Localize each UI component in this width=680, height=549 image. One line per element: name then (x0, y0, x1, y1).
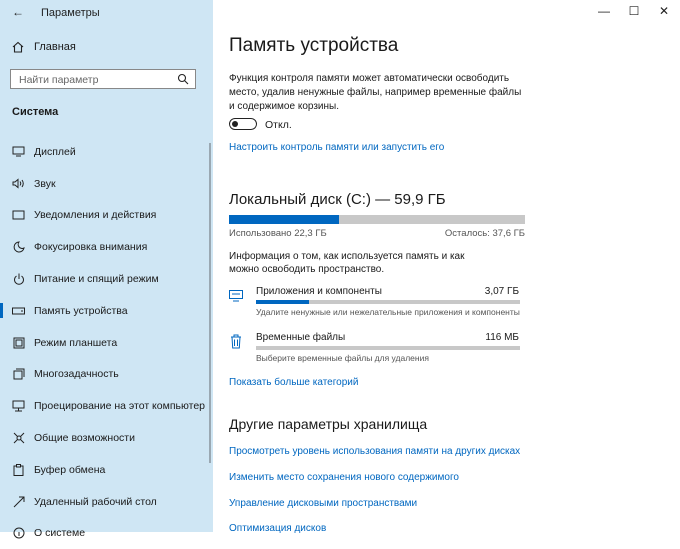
free-label: Осталось: 37,6 ГБ (444, 228, 525, 239)
home-icon (12, 41, 24, 53)
window-title: Параметры (41, 7, 100, 19)
home-nav-item[interactable]: Главная (12, 41, 76, 53)
storage-sense-description: Функция контроля памяти может автоматиче… (229, 73, 522, 112)
sidebar-item-label: Звук (34, 177, 56, 190)
sidebar-item-about[interactable]: О системе (0, 518, 213, 549)
optimize-drives-link[interactable]: Оптимизация дисков (229, 523, 326, 534)
section-title: Система (12, 106, 59, 118)
page-title: Память устройства (229, 35, 399, 56)
category-desc: Удалите ненужные или нежелательные прило… (256, 307, 520, 317)
apps-icon (229, 290, 243, 302)
sidebar-item-notifications[interactable]: Уведомления и действия (0, 200, 213, 232)
show-more-categories-link[interactable]: Показать больше категорий (229, 377, 358, 388)
title-bar: ← Параметры — ☐ ✕ (0, 0, 680, 24)
disk-title: Локальный диск (C:) — 59,9 ГБ (229, 191, 446, 208)
speaker-icon (11, 178, 26, 189)
sidebar-item-tablet[interactable]: Режим планшета (0, 327, 213, 359)
category-name: Временные файлы (256, 332, 346, 343)
sidebar-item-storage[interactable]: Память устройства (0, 295, 213, 327)
category-size: 3,07 ГБ (484, 286, 519, 297)
toggle-state-label: Откл. (265, 119, 292, 131)
disk-usage-fill (229, 215, 340, 224)
sidebar-item-multitasking[interactable]: Многозадачность (0, 359, 213, 391)
shared-icon (11, 432, 26, 444)
sidebar-item-label: О системе (34, 527, 86, 540)
arrow-left-icon[interactable]: ← (12, 5, 24, 19)
tablet-icon (11, 337, 26, 349)
info-icon (11, 527, 26, 539)
power-icon (11, 273, 26, 285)
maximize-button[interactable]: ☐ (626, 4, 642, 18)
sidebar-item-sound[interactable]: Звук (0, 168, 213, 200)
close-button[interactable]: ✕ (656, 4, 672, 18)
home-label: Главная (34, 41, 76, 53)
sidebar-item-label: Память устройства (34, 304, 128, 317)
sidebar-item-display[interactable]: Дисплей (0, 136, 213, 168)
sidebar-item-label: Многозадачность (34, 368, 119, 381)
sidebar-nav: Дисплей Звук Уведомления и действия Фоку… (0, 136, 213, 549)
notification-icon (11, 210, 26, 221)
sidebar-item-label: Проецирование на этот компьютер (34, 400, 205, 413)
minimize-button[interactable]: — (596, 4, 612, 18)
sidebar-item-shared[interactable]: Общие возможности (0, 422, 213, 454)
storage-spaces-link[interactable]: Управление дисковыми пространствами (229, 498, 417, 509)
storage-icon (11, 307, 26, 315)
display-icon (11, 146, 26, 157)
sidebar-item-clipboard[interactable]: Буфер обмена (0, 454, 213, 486)
remote-icon (11, 496, 26, 508)
search-input[interactable]: Найти параметр (10, 69, 196, 89)
configure-storage-sense-link[interactable]: Настроить контроль памяти или запустить … (229, 142, 444, 153)
category-bar-fill (256, 300, 309, 304)
category-bar (256, 346, 520, 350)
sidebar-item-label: Уведомления и действия (34, 209, 157, 222)
sidebar-item-remote-desktop[interactable]: Удаленный рабочий стол (0, 486, 213, 518)
other-disks-link[interactable]: Просмотреть уровень использования памяти… (229, 446, 520, 457)
info-text: Информация о том, как используется памят… (229, 251, 465, 275)
sidebar-item-power[interactable]: Питание и спящий режим (0, 263, 213, 295)
toggle-knob (232, 120, 238, 127)
sidebar-item-label: Буфер обмена (34, 463, 106, 476)
sidebar-item-label: Питание и спящий режим (34, 273, 159, 286)
storage-sense-toggle[interactable] (229, 118, 257, 130)
sidebar-item-label: Общие возможности (34, 432, 135, 445)
sidebar-scrollbar[interactable] (209, 143, 211, 463)
sidebar-item-focus[interactable]: Фокусировка внимания (0, 231, 213, 263)
disk-usage-bar (229, 215, 525, 224)
category-desc: Выберите временные файлы для удаления (256, 353, 429, 363)
search-icon (177, 73, 189, 85)
clipboard-icon (11, 463, 26, 476)
used-label: Использовано 22,3 ГБ (229, 228, 327, 239)
multitask-icon (11, 368, 26, 380)
category-bar (256, 300, 520, 304)
search-placeholder: Найти параметр (19, 74, 99, 86)
other-settings-title: Другие параметры хранилища (229, 416, 428, 432)
project-icon (11, 400, 26, 412)
category-size: 116 МБ (485, 332, 519, 343)
trash-icon (231, 334, 241, 349)
sidebar-item-label: Фокусировка внимания (34, 241, 148, 254)
sidebar-item-projecting[interactable]: Проецирование на этот компьютер (0, 390, 213, 422)
sidebar-item-label: Удаленный рабочий стол (34, 495, 157, 508)
category-name: Приложения и компоненты (256, 286, 382, 297)
sidebar-item-label: Дисплей (34, 145, 76, 158)
moon-icon (11, 241, 26, 253)
sidebar-item-label: Режим планшета (34, 336, 118, 349)
change-save-location-link[interactable]: Изменить место сохранения нового содержи… (229, 472, 459, 483)
